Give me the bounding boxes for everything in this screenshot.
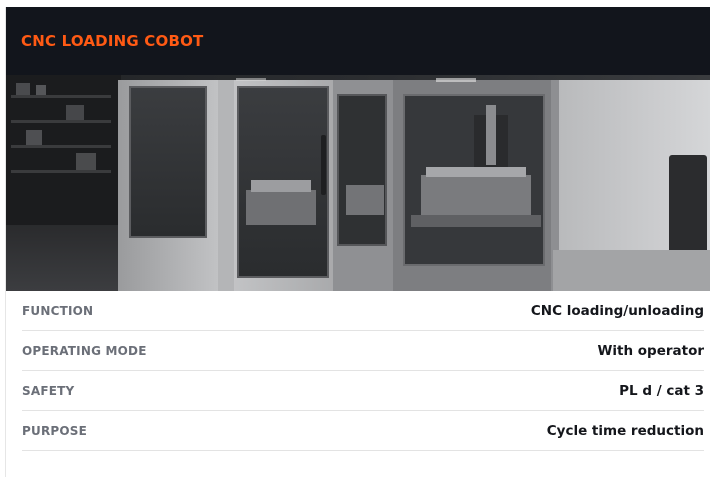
spec-row-function: FUNCTION CNC loading/unloading bbox=[22, 291, 704, 331]
spec-row-safety: SAFETY PL d / cat 3 bbox=[22, 371, 704, 411]
spec-label: PURPOSE bbox=[22, 423, 88, 438]
spec-table: FUNCTION CNC loading/unloading OPERATING… bbox=[6, 291, 710, 451]
product-card: CNC LOADING COBOT FUNCTION CNC loading/u… bbox=[5, 7, 710, 477]
cnc-machine-image bbox=[6, 75, 710, 291]
card-header: CNC LOADING COBOT bbox=[6, 7, 710, 75]
spec-value: With operator bbox=[597, 342, 704, 359]
spec-value: CNC loading/unloading bbox=[530, 302, 704, 319]
spec-label: OPERATING MODE bbox=[22, 343, 147, 358]
spec-label: SAFETY bbox=[22, 383, 75, 398]
spec-row-purpose: PURPOSE Cycle time reduction bbox=[22, 411, 704, 451]
spec-value: PL d / cat 3 bbox=[619, 382, 704, 399]
spec-label: FUNCTION bbox=[22, 303, 94, 318]
spec-row-operating-mode: OPERATING MODE With operator bbox=[22, 331, 704, 371]
spec-value: Cycle time reduction bbox=[546, 422, 704, 439]
card-title: CNC LOADING COBOT bbox=[21, 32, 204, 50]
